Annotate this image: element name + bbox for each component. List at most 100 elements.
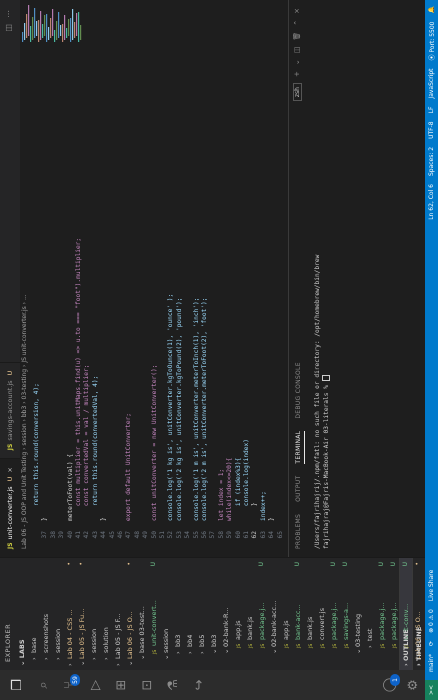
problems-count[interactable]: ⊗ 0 ⚠ 0 bbox=[428, 609, 435, 633]
close-panel-icon[interactable]: × bbox=[293, 8, 302, 14]
file-icon: JS bbox=[297, 643, 302, 648]
tree-item[interactable]: › bb4 bbox=[184, 558, 196, 670]
tree-item[interactable]: › bb3 bbox=[172, 558, 184, 670]
explorer-sidebar: EXPLORER ⌄ LABS › base › screenshots › sessio… bbox=[0, 557, 425, 670]
close-tab-icon[interactable]: × bbox=[6, 467, 14, 472]
panel-tab-terminal[interactable]: TERMINAL bbox=[295, 430, 305, 464]
new-terminal-icon[interactable]: + bbox=[293, 71, 302, 77]
sync-icon[interactable]: ⟳ bbox=[428, 641, 435, 646]
line-number: 39 bbox=[58, 531, 66, 539]
timeline-section[interactable]: › TIMELINE bbox=[412, 558, 425, 670]
tree-item[interactable]: JS package.j... U bbox=[256, 558, 268, 670]
tab-label: savings-account.js bbox=[6, 380, 14, 441]
tree-item[interactable]: › Lab 04 - CSS ... • bbox=[64, 558, 76, 670]
panel-tab-problems[interactable]: PROBLEMS bbox=[295, 514, 305, 549]
git-branch[interactable]: main* bbox=[428, 654, 435, 672]
labs-section-header[interactable]: ⌄ LABS bbox=[16, 558, 28, 670]
tree-item[interactable]: JS bank-acc... U bbox=[292, 558, 304, 670]
chevron-right-icon: › bbox=[186, 651, 194, 654]
tree-item[interactable]: ⌄bb3 bbox=[208, 558, 220, 670]
line-number: 57 bbox=[209, 531, 217, 539]
source-control-icon[interactable]: ⑂ 59 bbox=[60, 674, 80, 694]
tree-item[interactable]: ⌄02-bank-R... bbox=[220, 558, 232, 670]
tree-item[interactable]: › session bbox=[88, 558, 100, 670]
breadcrumb[interactable]: Lab 06 - JS OOP and Unit Testing › sessi… bbox=[21, 294, 31, 549]
tree-item[interactable]: ⌄Lab 05 - JS Fu... • bbox=[76, 558, 88, 670]
tree-item[interactable]: JS app.js bbox=[280, 558, 292, 670]
git-status-badge: • bbox=[78, 562, 85, 566]
terminal-output[interactable]: /Users/fajrihajrij/.npm/fatl: no such fi… bbox=[313, 255, 331, 549]
tree-item[interactable]: › bb5 bbox=[196, 558, 208, 670]
tree-item[interactable]: › test bbox=[364, 558, 376, 670]
source-control-badge: 59 bbox=[70, 674, 80, 686]
tree-item[interactable]: JS unit-convert... U bbox=[148, 558, 160, 670]
explorer-icon[interactable]: ❐ bbox=[8, 676, 26, 694]
code-editor[interactable]: return this.round(conversion, 4); 37} 38 39… bbox=[33, 37, 288, 557]
editor-tab[interactable]: JS unit-converter.js U × bbox=[0, 458, 20, 557]
trash-icon[interactable]: 🗑 bbox=[293, 32, 302, 41]
tree-item[interactable]: JS convert.js bbox=[316, 558, 328, 670]
code-text: let index = 1; bbox=[217, 468, 225, 521]
code-text: const unitConverter = new UnitConverter(… bbox=[150, 364, 158, 521]
chevron-down-icon[interactable]: ⌄ bbox=[293, 59, 302, 65]
maximize-panel-icon[interactable]: ⌃ bbox=[293, 20, 302, 26]
more-actions-icon[interactable]: ⋯ bbox=[4, 10, 13, 18]
tree-item[interactable]: JS package.j... U bbox=[328, 558, 340, 670]
tree-item[interactable]: JS bank.js bbox=[304, 558, 316, 670]
minimap-line bbox=[24, 23, 26, 40]
tree-item[interactable]: › session bbox=[52, 558, 64, 670]
testing-icon[interactable]: ⚗ bbox=[164, 676, 182, 694]
tree-item[interactable]: › screenshots bbox=[40, 558, 52, 670]
javascript-file-icon: JS bbox=[6, 542, 14, 549]
panel-tab-output[interactable]: OUTPUT bbox=[295, 476, 305, 502]
minimap[interactable] bbox=[22, 4, 82, 42]
tree-item[interactable]: › Lab 05 - JS F... bbox=[112, 558, 124, 670]
live-share-icon[interactable]: ↪ bbox=[190, 676, 208, 694]
tab-label: unit-converter.js bbox=[6, 486, 14, 540]
tree-item[interactable]: JS package.j... U bbox=[376, 558, 388, 670]
indentation[interactable]: Spaces: 2 bbox=[428, 147, 435, 176]
search-icon[interactable]: ⌕ bbox=[34, 676, 52, 694]
tree-item[interactable]: ⌄Lab 06 - JS O... • bbox=[124, 558, 136, 670]
panel-tab-debug-console[interactable]: DEBUG CONSOLE bbox=[295, 362, 305, 418]
account-icon[interactable]: ◯ 1 bbox=[380, 674, 400, 694]
terminal-line: fajrihajraj@Fajris-MacBook-Air 03-litera… bbox=[322, 255, 331, 549]
activity-bar: ❐ ⌕ ⑂ 59 ▷ ⊞ ⊡ ⚗ ↪ ◯ 1 ⚙ bbox=[0, 669, 438, 700]
bell-icon[interactable]: 🔔 bbox=[428, 6, 435, 13]
run-debug-icon[interactable]: ▷ bbox=[86, 676, 104, 694]
live-server-port[interactable]: ⦿ Port: 5500 bbox=[427, 21, 436, 60]
live-share-button[interactable]: Live Share bbox=[428, 570, 435, 601]
remote-explorer-icon[interactable]: ⊡ bbox=[138, 676, 156, 694]
tree-item[interactable]: ⌄base 03-test... bbox=[136, 558, 148, 670]
tree-item[interactable]: ⌄session bbox=[160, 558, 172, 670]
remote-indicator[interactable]: >< bbox=[425, 679, 438, 700]
code-text: export default UnitConverter; bbox=[125, 412, 133, 521]
split-editor-icon[interactable]: ◫ bbox=[4, 24, 13, 32]
tree-item[interactable]: › base bbox=[28, 558, 40, 670]
tree-item[interactable]: JS app.js bbox=[232, 558, 244, 670]
encoding[interactable]: UTF-8 bbox=[428, 121, 435, 139]
git-status-badge: U bbox=[378, 562, 385, 567]
chevron-down-icon: ⌄ bbox=[138, 654, 146, 660]
line-number: 40 bbox=[66, 531, 74, 539]
outline-section[interactable]: › OUTLINE bbox=[399, 558, 412, 670]
language-mode[interactable]: JavaScript bbox=[428, 69, 435, 99]
cursor-position[interactable]: Ln 62, Col 6 bbox=[428, 184, 435, 220]
line-ending[interactable]: LF bbox=[428, 107, 435, 114]
line-number: 41 bbox=[75, 531, 82, 539]
minimap-line bbox=[68, 19, 70, 36]
tree-item[interactable]: ⌄02-bank-acc... bbox=[268, 558, 280, 670]
tree-item-label: bb3 bbox=[174, 634, 182, 647]
extensions-icon[interactable]: ⊞ bbox=[112, 676, 130, 694]
tree-item[interactable]: ⌄03-testing bbox=[352, 558, 364, 670]
tree-item-label: solution bbox=[102, 627, 110, 653]
editor-tab[interactable]: JS savings-account.js U bbox=[0, 361, 20, 459]
split-terminal-icon[interactable]: ◫ bbox=[293, 47, 302, 54]
tree-item[interactable]: JS bank.js bbox=[244, 558, 256, 670]
tree-item[interactable]: › solution bbox=[100, 558, 112, 670]
minimap-line bbox=[66, 28, 68, 38]
tree-item[interactable]: JS savings-a... U bbox=[340, 558, 352, 670]
settings-icon[interactable]: ⚙ bbox=[404, 676, 422, 694]
minimap-line bbox=[36, 21, 38, 36]
terminal-shell-selector[interactable]: zsh bbox=[293, 83, 302, 102]
